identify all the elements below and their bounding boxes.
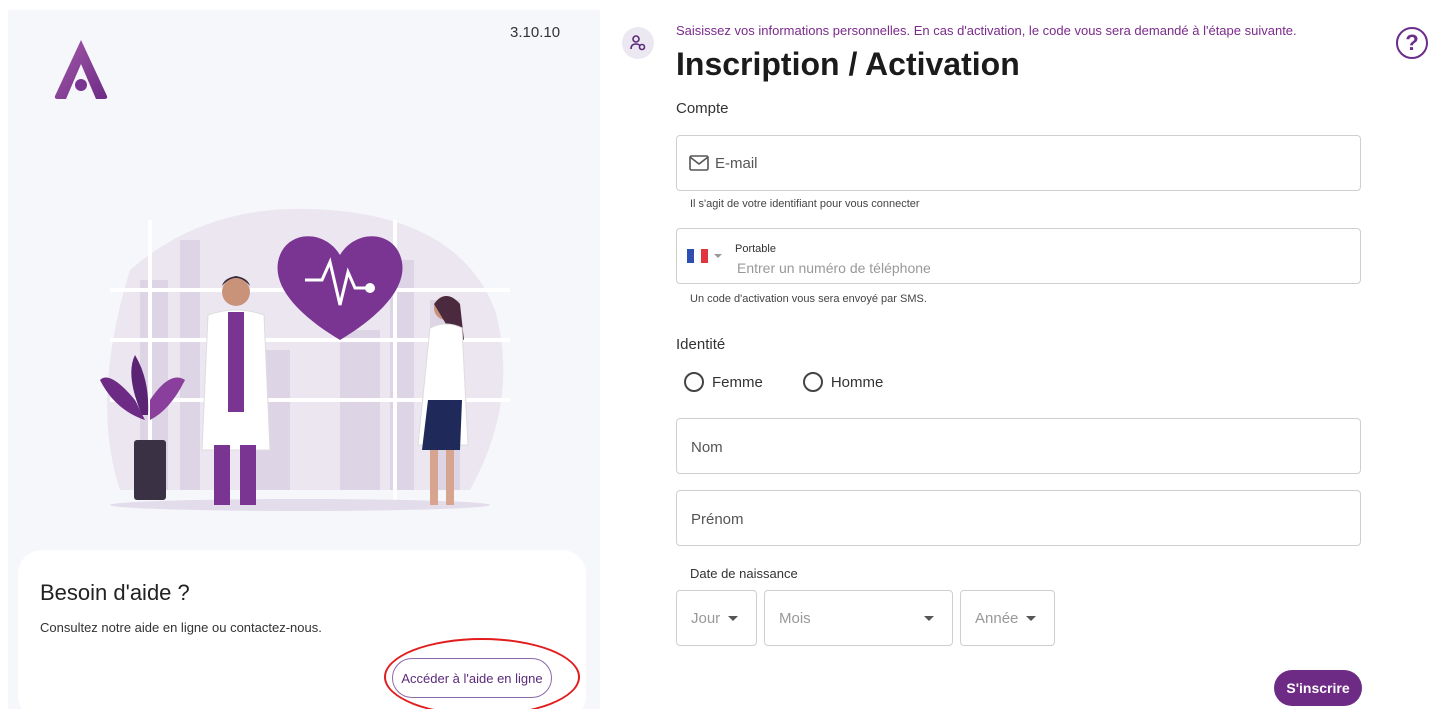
chevron-down-icon — [1026, 616, 1036, 621]
user-settings-icon — [622, 27, 654, 59]
first-name-field[interactable]: Prénom — [676, 490, 1361, 546]
account-section-label: Compte — [676, 100, 729, 117]
month-select-label: Mois — [779, 609, 811, 627]
gender-radio-group: Femme Homme — [684, 372, 883, 392]
help-text: Consultez notre aide en ligne ou contact… — [40, 620, 322, 635]
radio-circle[interactable] — [684, 372, 704, 392]
email-field[interactable]: E-mail — [676, 135, 1361, 191]
page-title: Inscription / Activation — [676, 46, 1020, 82]
email-hint: Il s'agit de votre identifiant pour vous… — [690, 198, 920, 210]
last-name-placeholder: Nom — [691, 439, 723, 456]
app-version: 3.10.10 — [510, 24, 561, 41]
phone-label: Portable — [735, 243, 776, 255]
country-dropdown-icon[interactable] — [714, 254, 722, 258]
radio-femme-label: Femme — [712, 373, 763, 391]
radio-homme-label: Homme — [830, 373, 884, 391]
info-text: Saisissez vos informations personnelles.… — [676, 23, 1297, 38]
help-card: Besoin d'aide ? Consultez notre aide en … — [18, 550, 586, 709]
help-title: Besoin d'aide ? — [40, 580, 190, 605]
chevron-down-icon — [924, 616, 934, 621]
radio-circle[interactable] — [802, 372, 823, 392]
radio-femme[interactable]: Femme — [684, 372, 763, 392]
last-name-field[interactable]: Nom — [676, 418, 1361, 474]
year-select-label: Année — [975, 609, 1019, 627]
phone-placeholder: Entrer un numéro de téléphone — [737, 260, 931, 276]
france-flag-icon[interactable] — [687, 249, 709, 263]
mail-icon — [689, 155, 709, 171]
email-label: E-mail — [715, 155, 758, 172]
birthdate-label: Date de naissance — [690, 566, 798, 581]
app-logo — [54, 40, 108, 99]
phone-field[interactable]: Portable Entrer un numéro de téléphone — [676, 228, 1361, 284]
help-icon[interactable]: ? — [1396, 27, 1428, 59]
left-panel: 3.10.10 Besoin d'aide ? Consultez notre … — [8, 10, 600, 709]
radio-homme[interactable]: Homme — [802, 372, 884, 392]
month-select[interactable]: Mois — [764, 590, 953, 646]
chevron-down-icon — [728, 616, 738, 621]
online-help-button[interactable]: Accéder à l'aide en ligne — [392, 658, 552, 698]
phone-hint: Un code d'activation vous sera envoyé pa… — [690, 293, 927, 305]
identity-section-label: Identité — [676, 336, 726, 353]
medical-illustration — [100, 208, 510, 511]
first-name-placeholder: Prénom — [691, 511, 744, 528]
day-select-label: Jour — [691, 609, 721, 627]
day-select[interactable]: Jour — [676, 590, 757, 646]
submit-button[interactable]: S'inscrire — [1274, 670, 1362, 706]
year-select[interactable]: Année — [960, 590, 1055, 646]
